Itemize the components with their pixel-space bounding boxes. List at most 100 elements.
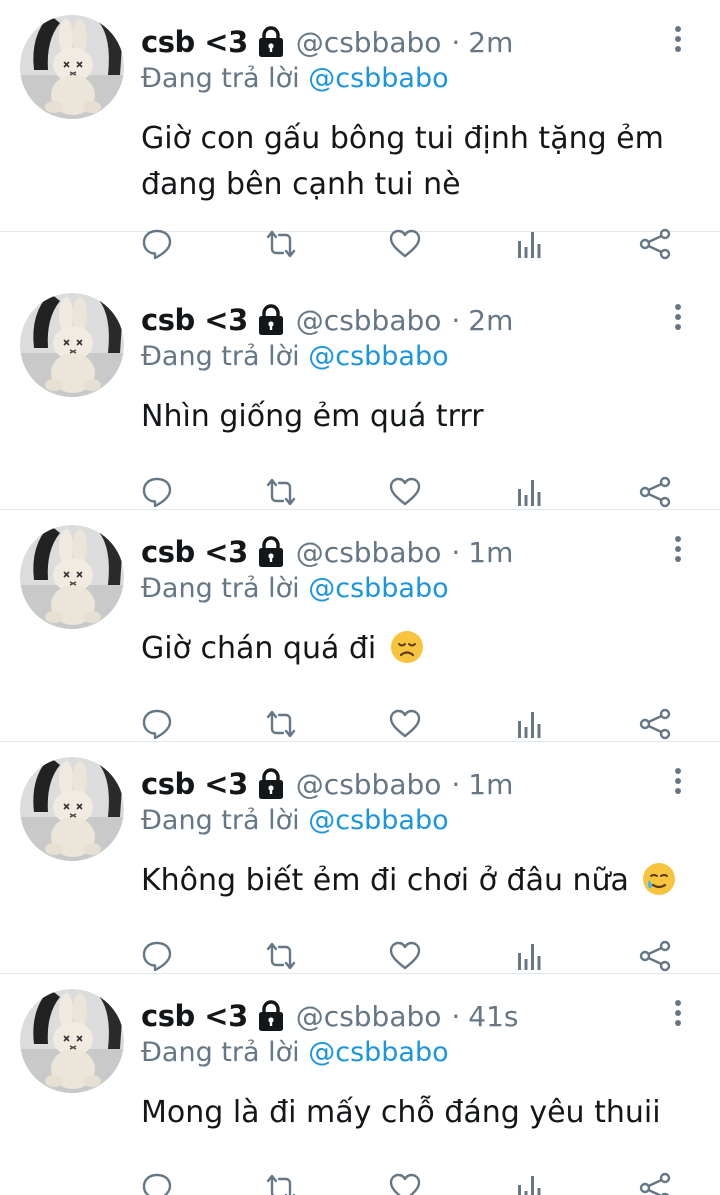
tweet-text-content: Nhìn giống ẻm quá trrr [141,399,484,434]
replying-to-mention[interactable]: @csbbabo [308,63,448,94]
replying-to-mention[interactable]: @csbbabo [308,341,448,372]
tweet-text: Giờ chán quá đi [141,626,681,672]
plush-bunny-avatar-image [20,989,124,1093]
avatar[interactable] [20,525,124,629]
analytics-icon[interactable] [513,939,547,973]
tweet-text-content: Mong là đi mấy chỗ đáng yêu thuii [141,1095,661,1130]
display-name[interactable]: csb <3 [141,303,248,337]
lock-icon [256,767,286,801]
tweet-feed: csb <3 @csbbabo · 2m Đang trả lời @csbba… [0,0,720,1195]
timestamp[interactable]: 2m [468,304,513,337]
replying-to-label: Đang trả lời [141,805,300,836]
replying-to-line: Đang trả lời @csbbabo [141,341,449,372]
tweet-header: csb <3 @csbbabo · 1m [141,531,513,573]
tweet-header: csb <3 @csbbabo · 41s [141,995,519,1037]
heart-icon[interactable] [388,475,422,509]
timestamp[interactable]: 41s [468,1000,518,1033]
timestamp[interactable]: 1m [468,536,513,569]
replying-to-mention[interactable]: @csbbabo [308,573,448,604]
tweet-text-content: Giờ chán quá đi [141,631,377,666]
display-name[interactable]: csb <3 [141,25,248,59]
tweet-1[interactable]: csb <3 @csbbabo · 2m Đang trả lời @csbba… [0,0,720,260]
replying-to-line: Đang trả lời @csbbabo [141,63,449,94]
user-handle[interactable]: @csbbabo [296,1000,442,1033]
avatar[interactable] [20,293,124,397]
reply-icon[interactable] [140,1171,174,1195]
analytics-icon[interactable] [513,227,547,261]
more-vertical-icon[interactable] [670,24,686,56]
more-vertical-icon[interactable] [670,766,686,798]
separator-dot: · [451,303,461,337]
reply-icon[interactable] [140,939,174,973]
replying-to-mention[interactable]: @csbbabo [308,1037,448,1068]
timestamp[interactable]: 1m [468,768,513,801]
lock-icon [256,25,286,59]
plush-bunny-avatar-image [20,757,124,861]
replying-to-line: Đang trả lời @csbbabo [141,573,449,604]
smiling-face-with-tear-emoji [642,862,676,896]
analytics-icon[interactable] [513,475,547,509]
separator-dot: · [451,767,461,801]
heart-icon[interactable] [388,1171,422,1195]
retweet-icon[interactable] [264,475,298,509]
replying-to-label: Đang trả lời [141,1037,300,1068]
plush-bunny-avatar-image [20,525,124,629]
analytics-icon[interactable] [513,707,547,741]
replying-to-label: Đang trả lời [141,63,300,94]
tweet-header: csb <3 @csbbabo · 1m [141,763,513,805]
more-vertical-icon[interactable] [670,302,686,334]
reply-icon[interactable] [140,707,174,741]
separator-dot: · [451,25,461,59]
tweet-3[interactable]: csb <3 @csbbabo · 1m Đang trả lời @csbba… [0,510,720,742]
share-icon[interactable] [638,475,672,509]
share-icon[interactable] [638,707,672,741]
analytics-icon[interactable] [513,1171,547,1195]
retweet-icon[interactable] [264,939,298,973]
reply-icon[interactable] [140,227,174,261]
plush-bunny-avatar-image [20,15,124,119]
lock-icon [256,303,286,337]
avatar[interactable] [20,757,124,861]
heart-icon[interactable] [388,227,422,261]
tweet-header: csb <3 @csbbabo · 2m [141,21,513,63]
share-icon[interactable] [638,1171,672,1195]
separator-dot: · [451,999,461,1033]
tweet-text-content: Giờ con gấu bông tui định tặng ẻm đang b… [141,121,664,202]
lock-icon [256,999,286,1033]
display-name[interactable]: csb <3 [141,767,248,801]
share-icon[interactable] [638,939,672,973]
replying-to-mention[interactable]: @csbbabo [308,805,448,836]
display-name[interactable]: csb <3 [141,535,248,569]
lock-icon [256,535,286,569]
avatar[interactable] [20,15,124,119]
tweet-2[interactable]: csb <3 @csbbabo · 2m Đang trả lời @csbba… [0,278,720,510]
replying-to-label: Đang trả lời [141,341,300,372]
replying-to-line: Đang trả lời @csbbabo [141,805,449,836]
share-icon[interactable] [638,227,672,261]
display-name[interactable]: csb <3 [141,999,248,1033]
user-handle[interactable]: @csbbabo [296,536,442,569]
retweet-icon[interactable] [264,707,298,741]
more-vertical-icon[interactable] [670,998,686,1030]
heart-icon[interactable] [388,939,422,973]
tweet-text: Nhìn giống ẻm quá trrr [141,394,681,440]
replying-to-label: Đang trả lời [141,573,300,604]
retweet-icon[interactable] [264,1171,298,1195]
tweet-5[interactable]: csb <3 @csbbabo · 41s Đang trả lời @csbb… [0,974,720,1195]
user-handle[interactable]: @csbbabo [296,768,442,801]
tweet-4[interactable]: csb <3 @csbbabo · 1m Đang trả lời @csbba… [0,742,720,974]
retweet-icon[interactable] [264,227,298,261]
separator-dot: · [451,535,461,569]
tweet-header: csb <3 @csbbabo · 2m [141,299,513,341]
tweet-text-content: Không biết ẻm đi chơi ở đâu nữa [141,863,629,898]
avatar[interactable] [20,989,124,1093]
user-handle[interactable]: @csbbabo [296,26,442,59]
more-vertical-icon[interactable] [670,534,686,566]
reply-icon[interactable] [140,475,174,509]
heart-icon[interactable] [388,707,422,741]
plush-bunny-avatar-image [20,293,124,397]
user-handle[interactable]: @csbbabo [296,304,442,337]
timestamp[interactable]: 2m [468,26,513,59]
disappointed-face-emoji [390,630,424,664]
tweet-text: Giờ con gấu bông tui định tặng ẻm đang b… [141,116,681,208]
